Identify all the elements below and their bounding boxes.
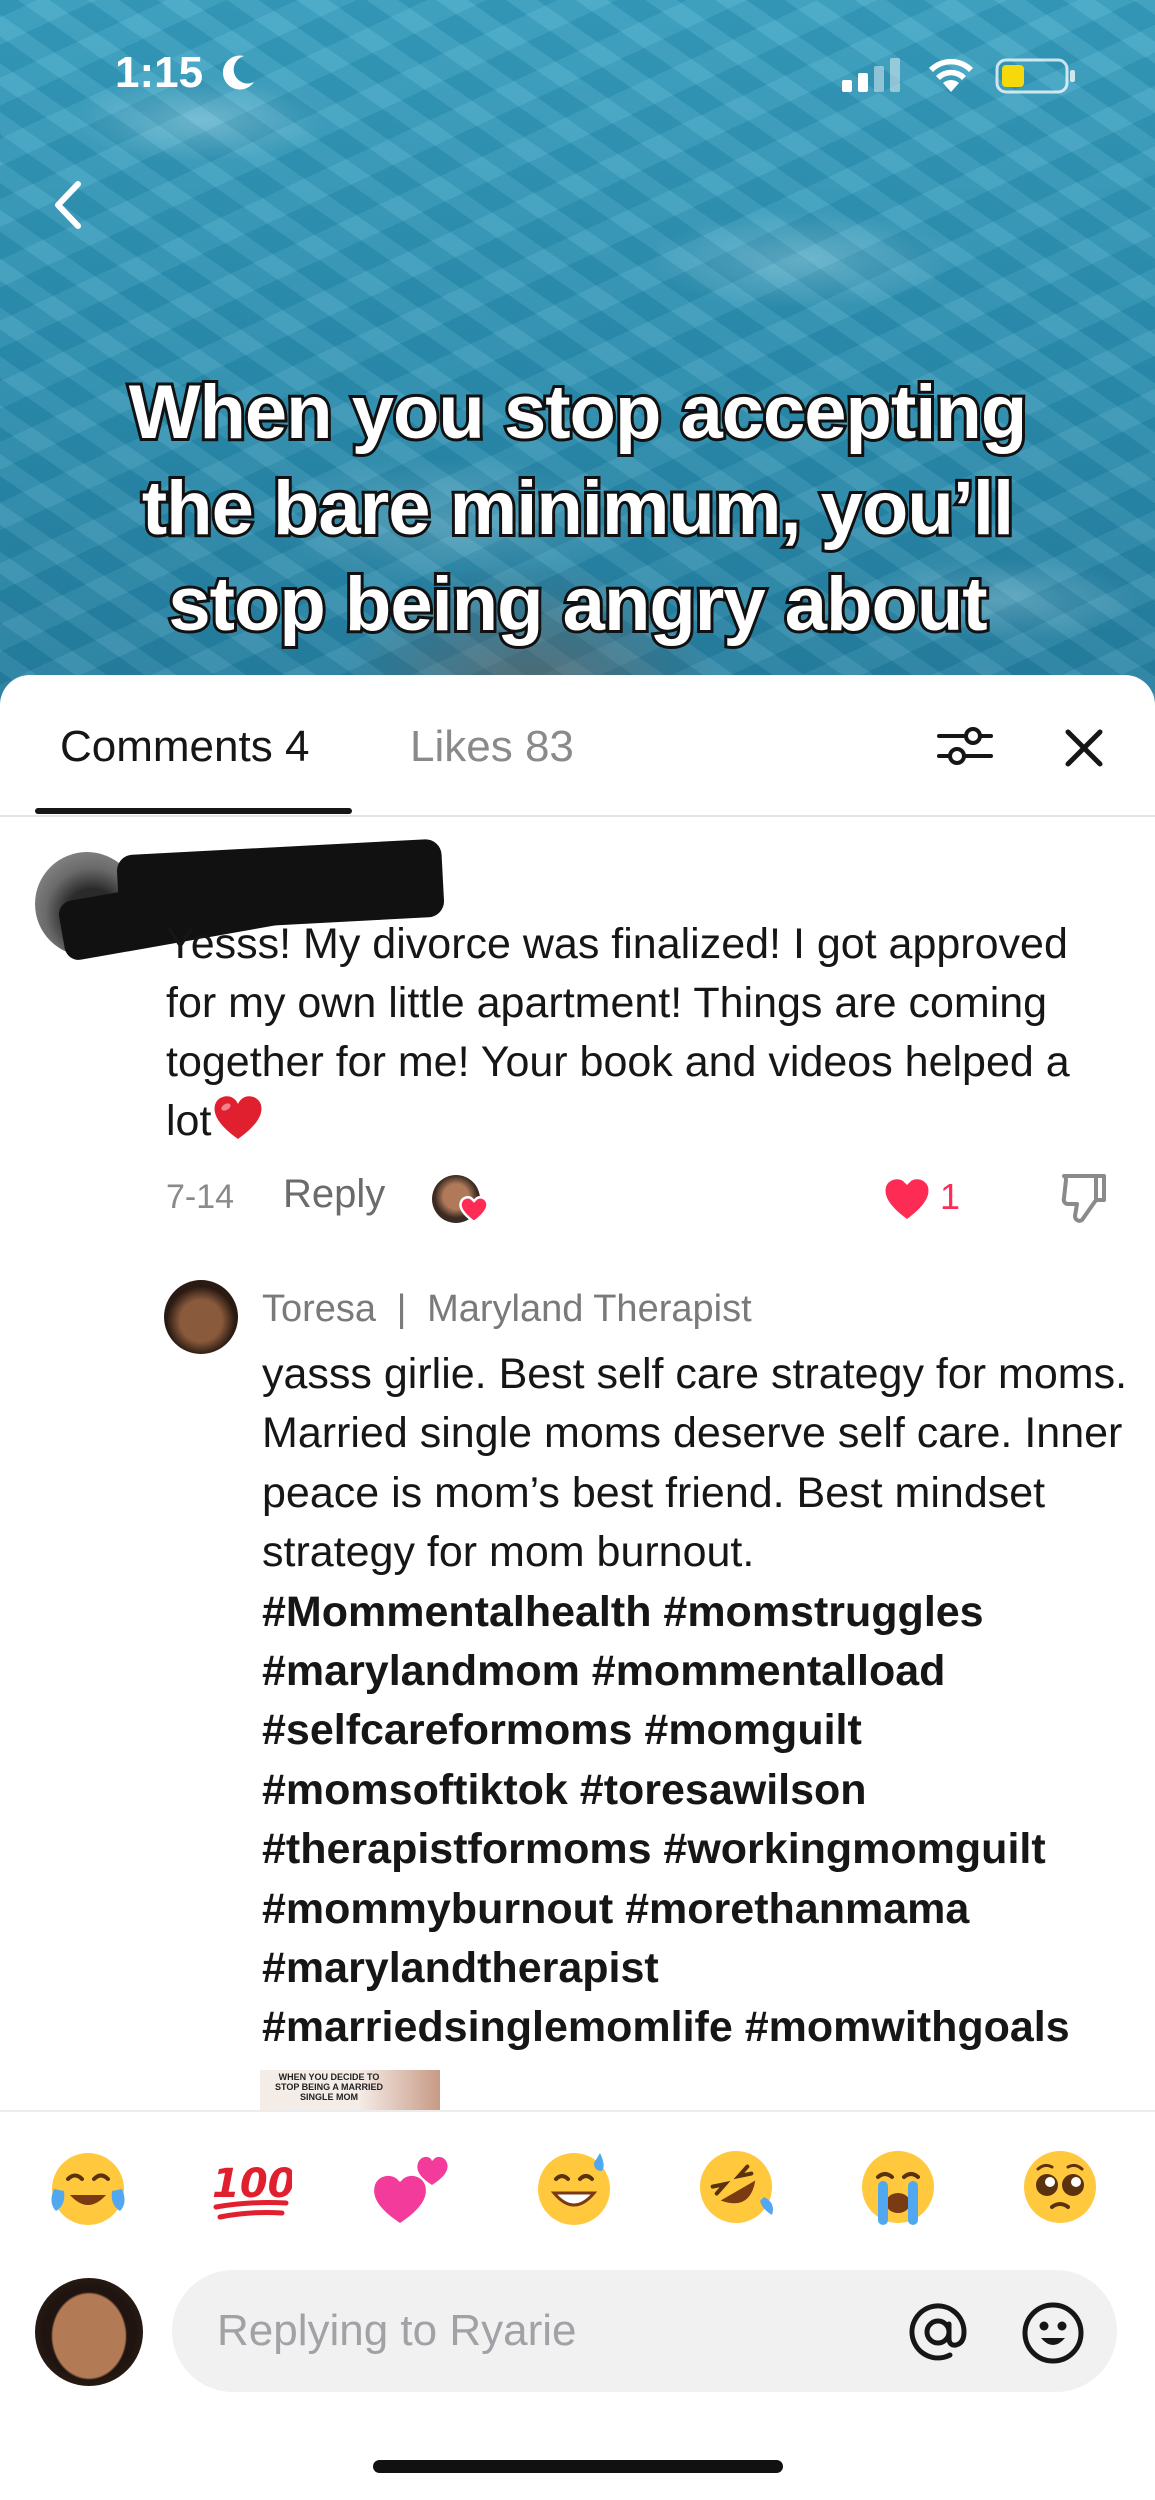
- loudly-crying-face-icon[interactable]: [856, 2145, 940, 2229]
- current-user-avatar[interactable]: [35, 2278, 143, 2386]
- svg-text:100: 100: [212, 2161, 292, 2207]
- pleading-face-icon[interactable]: [1018, 2145, 1102, 2229]
- two-hearts-icon[interactable]: [370, 2145, 454, 2229]
- tab-comments[interactable]: Comments 4: [60, 722, 309, 772]
- emoji-picker-icon[interactable]: [1020, 2300, 1086, 2366]
- comment-body: Yesss! My divorce was finalized! I got a…: [166, 920, 1070, 1145]
- face-with-tears-of-joy-icon[interactable]: [46, 2145, 130, 2229]
- reply-author-name: Toresa: [262, 1288, 377, 1330]
- close-icon[interactable]: [1058, 722, 1110, 774]
- battery-icon: [995, 58, 1075, 94]
- reply-button[interactable]: Reply: [283, 1172, 385, 1217]
- back-chevron-icon[interactable]: [48, 178, 88, 232]
- moon-icon: [222, 55, 254, 90]
- reply-author-line[interactable]: Toresa | Maryland Therapist: [262, 1288, 752, 1331]
- reply-input[interactable]: [172, 2270, 1117, 2392]
- reply-author-separator: |: [396, 1288, 407, 1330]
- creator-liked-heart-icon: [459, 1196, 489, 1224]
- rolling-on-floor-laughing-icon[interactable]: [694, 2145, 778, 2229]
- tab-likes[interactable]: Likes 83: [410, 722, 574, 772]
- like-count: 1: [940, 1176, 961, 1217]
- wifi-icon: [929, 58, 973, 92]
- active-tab-indicator: [35, 808, 352, 814]
- filter-icon[interactable]: [935, 722, 995, 770]
- comment-date: 7-14: [166, 1178, 235, 1216]
- grinning-face-with-sweat-icon[interactable]: [532, 2145, 616, 2229]
- hundred-points-icon[interactable]: 100: [208, 2145, 292, 2229]
- reply-hashtags[interactable]: #Mommentalhealth #momstruggles #maryland…: [262, 1588, 1070, 2052]
- reply-author-avatar[interactable]: [164, 1280, 238, 1354]
- tabs-divider: [0, 815, 1155, 817]
- reply-video-thumbnail[interactable]: WHEN YOU DECIDE TO STOP BEING A MARRIED …: [260, 2070, 440, 2110]
- red-heart-emoji-icon: [214, 1096, 262, 1139]
- thumbnail-caption: WHEN YOU DECIDE TO STOP BEING A MARRIED …: [274, 2072, 383, 2102]
- reply-text: yasss girlie. Best self care strategy fo…: [262, 1345, 1132, 2058]
- emoji-bar-divider: [0, 2110, 1155, 2112]
- home-indicator[interactable]: [373, 2460, 783, 2473]
- reply-author-title: Maryland Therapist: [427, 1288, 752, 1330]
- mention-at-icon[interactable]: [906, 2300, 970, 2364]
- reply-body: yasss girlie. Best self care strategy fo…: [262, 1350, 1128, 1577]
- like-heart-icon[interactable]: [882, 1176, 932, 1222]
- status-time: 1:15: [115, 48, 204, 97]
- cellular-signal-icon: [842, 58, 900, 92]
- video-caption: When you stop accepting the bare minimum…: [126, 367, 1031, 650]
- dislike-icon[interactable]: [1058, 1170, 1110, 1226]
- comment-text: Yesss! My divorce was finalized! I got a…: [166, 915, 1126, 1151]
